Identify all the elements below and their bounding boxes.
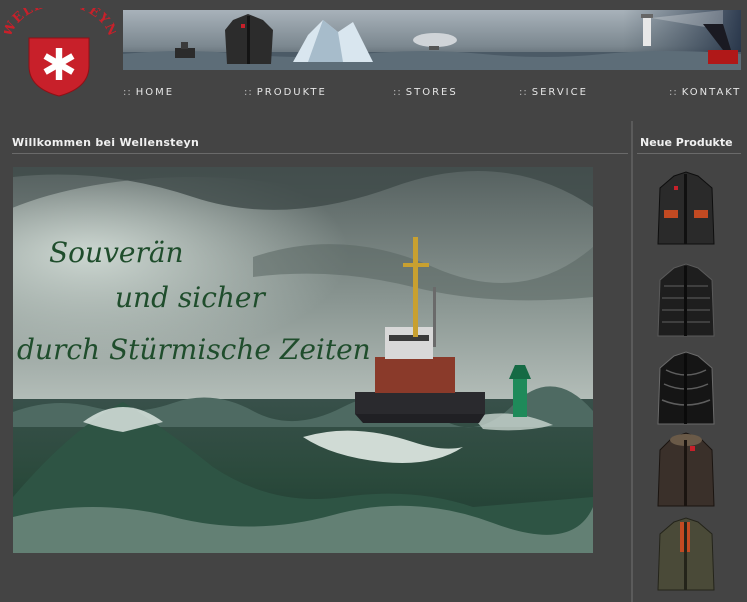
- product-thumb-1[interactable]: [652, 170, 720, 248]
- nav-stores-label: STORES: [405, 87, 458, 98]
- hero-image: Souverän und sicher durch Stürmische Zei…: [13, 167, 593, 553]
- sidebar-title: Neue Produkte: [640, 136, 733, 149]
- jacket-icon: [657, 517, 715, 591]
- jacket-icon: [657, 432, 715, 507]
- product-thumb-3[interactable]: [652, 350, 720, 428]
- column-divider: [631, 121, 633, 602]
- header-banner: [123, 10, 741, 70]
- nav-service[interactable]: :: SERVICE: [519, 87, 588, 99]
- nav-kontakt-label: KONTAKT: [681, 87, 742, 98]
- nav-prefix: ::: [669, 87, 678, 98]
- nav-home-label: HOME: [135, 87, 175, 98]
- product-thumb-2[interactable]: [652, 262, 720, 340]
- nav-produkte[interactable]: :: PRODUKTE: [244, 87, 327, 99]
- hero-line-2: und sicher: [115, 281, 267, 314]
- nav-produkte-label: PRODUKTE: [256, 87, 327, 98]
- title-divider: [12, 153, 628, 154]
- logo-emblem: WELLENSTEYN: [4, 8, 116, 97]
- nav-home[interactable]: :: HOME: [123, 87, 174, 99]
- page-title: Willkommen bei Wellensteyn: [12, 136, 200, 149]
- svg-text:WELLENSTEYN: WELLENSTEYN: [4, 8, 116, 40]
- hero-line-1: Souverän: [49, 236, 184, 269]
- product-thumb-4[interactable]: [652, 432, 720, 510]
- jacket-icon: [657, 263, 715, 337]
- nav-prefix: ::: [393, 87, 402, 98]
- sidebar-divider: [637, 153, 741, 154]
- jacket-icon: [657, 351, 715, 425]
- nav-stores[interactable]: :: STORES: [393, 87, 458, 99]
- nav-prefix: ::: [244, 87, 253, 98]
- product-thumb-5[interactable]: [652, 516, 720, 594]
- nav-service-label: SERVICE: [531, 87, 588, 98]
- nav-kontakt[interactable]: :: KONTAKT: [669, 87, 741, 99]
- jacket-icon: [657, 171, 715, 245]
- nav-prefix: ::: [123, 87, 132, 98]
- brand-logo[interactable]: WELLENSTEYN: [4, 8, 116, 100]
- nav-prefix: ::: [519, 87, 528, 98]
- hero-line-3: durch Stürmische Zeiten: [17, 333, 371, 366]
